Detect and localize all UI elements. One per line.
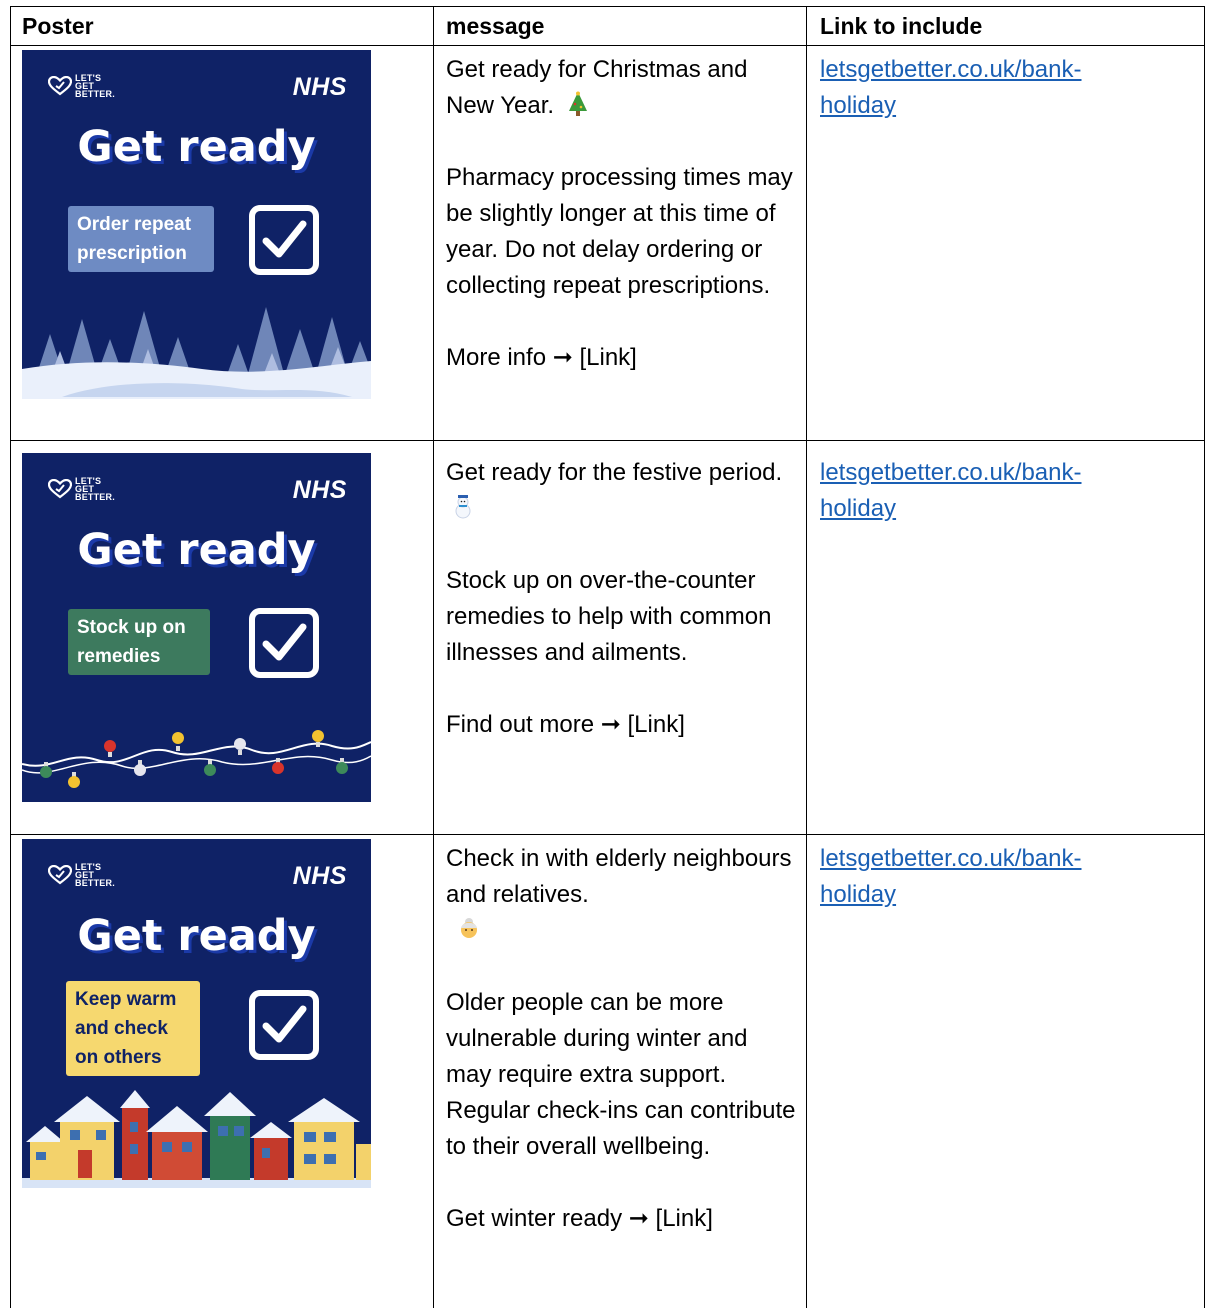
column-header-link: Link to include	[820, 13, 983, 39]
poster-order-repeat-prescription: LET'S GET BETTER. NHS Get ready Order re…	[22, 50, 371, 399]
heart-logo-icon	[48, 479, 72, 499]
message-body: Stock up on over-the-counter remedies to…	[446, 567, 772, 666]
message-cell: Check in with elderly neighbours and rel…	[446, 841, 796, 1237]
nhs-logo: NHS	[292, 862, 347, 890]
row-divider	[10, 45, 1205, 46]
poster-stock-up-on-remedies: LET'S GET BETTER. NHS Get ready Stock up…	[22, 453, 371, 802]
message-headline: Check in with elderly neighbours and rel…	[446, 845, 792, 908]
checkbox-checked-icon	[249, 205, 319, 275]
lets-get-better-logo: LET'S GET BETTER.	[48, 73, 115, 99]
snowy-houses-icon	[22, 1090, 371, 1188]
heart-logo-icon	[48, 865, 72, 885]
logo-text: LET'S GET BETTER.	[75, 862, 115, 888]
nhs-logo: NHS	[292, 476, 347, 504]
logo-text: LET'S GET BETTER.	[75, 476, 115, 502]
link-bank-holiday[interactable]: letsgetbetter.co.uk/bank-holiday	[820, 52, 1150, 124]
poster-tag: Order repeat prescription	[68, 206, 214, 272]
row-divider	[10, 6, 1205, 7]
checkbox-checked-icon	[249, 608, 319, 678]
column-divider	[433, 6, 434, 1308]
poster-title: Get ready	[77, 122, 316, 172]
message-headline: Get ready for the festive period.	[446, 459, 783, 486]
festive-lights-icon	[22, 730, 371, 788]
poster-title: Get ready	[77, 911, 316, 961]
poster-keep-warm-and-check-on-others: LET'S GET BETTER. NHS Get ready Keep war…	[22, 839, 371, 1188]
message-cta: Find out more ➞ [Link]	[446, 711, 685, 738]
message-headline: Get ready for Christmas and New Year.	[446, 56, 748, 119]
snowy-trees-icon	[22, 307, 371, 399]
snowman-icon	[455, 495, 471, 519]
lets-get-better-logo: LET'S GET BETTER.	[48, 476, 115, 502]
message-cell: Get ready for the festive period. Stock …	[446, 455, 796, 743]
lets-get-better-logo: LET'S GET BETTER.	[48, 862, 115, 888]
checkbox-checked-icon	[249, 990, 319, 1060]
column-divider	[10, 6, 11, 1308]
message-body: Pharmacy processing times may be slightl…	[446, 164, 793, 299]
older-woman-icon	[461, 918, 477, 938]
row-divider	[10, 834, 1205, 835]
heart-logo-icon	[48, 76, 72, 96]
poster-tag: Keep warm and check on others	[66, 981, 200, 1076]
poster-title: Get ready	[77, 525, 316, 575]
link-bank-holiday[interactable]: letsgetbetter.co.uk/bank-holiday	[820, 455, 1150, 527]
column-header-message: message	[446, 13, 545, 39]
logo-text: LET'S GET BETTER.	[75, 73, 115, 99]
christmas-tree-icon	[568, 91, 587, 116]
poster-tag: Stock up on remedies	[68, 609, 210, 675]
message-body: Older people can be more vulnerable duri…	[446, 989, 796, 1160]
message-cta: More info ➞ [Link]	[446, 344, 637, 371]
message-cta: Get winter ready ➞ [Link]	[446, 1205, 713, 1232]
link-bank-holiday[interactable]: letsgetbetter.co.uk/bank-holiday	[820, 841, 1150, 913]
message-cell: Get ready for Christmas and New Year. Ph…	[446, 52, 796, 376]
nhs-logo: NHS	[292, 73, 347, 101]
row-divider	[10, 440, 1205, 441]
column-divider	[806, 6, 807, 1308]
column-header-poster: Poster	[22, 13, 94, 39]
